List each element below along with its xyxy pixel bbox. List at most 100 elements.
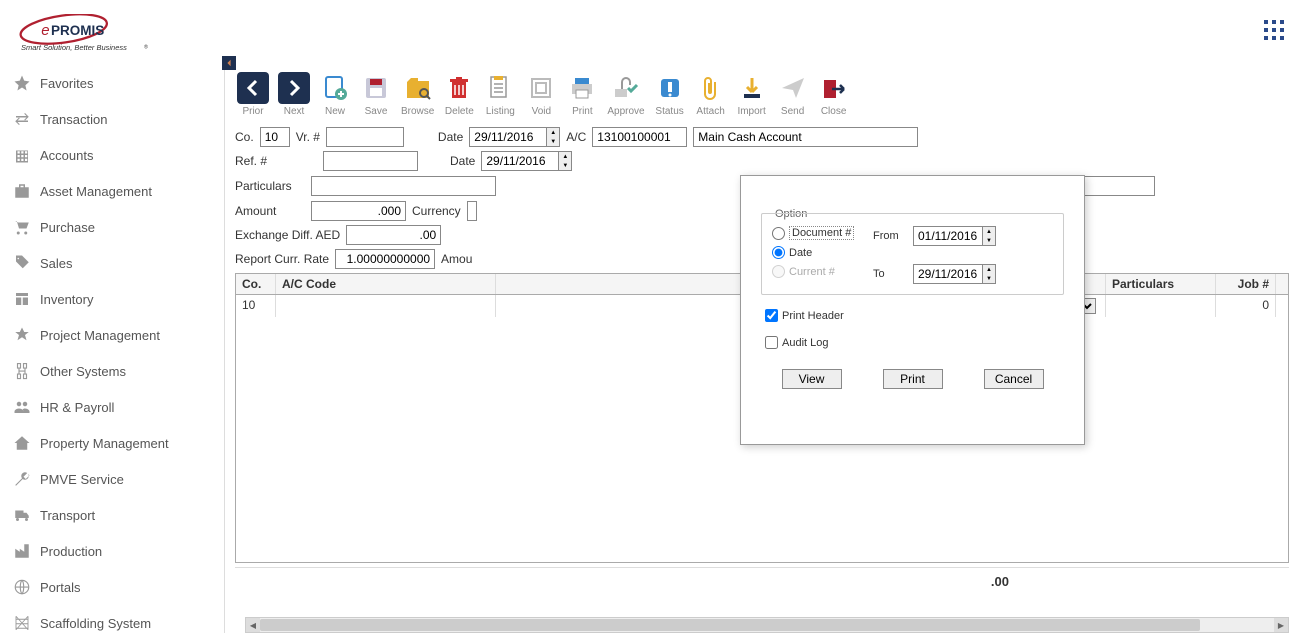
option-date-label[interactable]: Date (789, 247, 812, 259)
from-date-spinner[interactable]: ▲▼ (983, 226, 996, 246)
date2-label: Date (450, 154, 475, 168)
sidebar-item-purchase[interactable]: Purchase (0, 209, 224, 245)
sidebar-item-inventory[interactable]: Inventory (0, 281, 224, 317)
option-document-radio[interactable] (772, 227, 785, 240)
sidebar-item-hr-payroll[interactable]: HR & Payroll (0, 389, 224, 425)
exchange-input[interactable] (346, 225, 441, 245)
sidebar-item-accounts[interactable]: Accounts (0, 137, 224, 173)
house-icon (12, 433, 32, 453)
listing-button[interactable]: Listing (482, 70, 518, 119)
dialog-view-button[interactable]: View (782, 369, 842, 389)
option-date-radio[interactable] (772, 246, 785, 259)
sidebar-item-label: Favorites (40, 76, 93, 91)
save-button[interactable]: Save (358, 70, 394, 119)
col-header-particulars[interactable]: Particulars (1106, 274, 1216, 294)
project-icon (12, 325, 32, 345)
col-header-co[interactable]: Co. (236, 274, 276, 294)
void-button[interactable]: Void (523, 70, 559, 119)
sidebar-item-other-systems[interactable]: Other Systems (0, 353, 224, 389)
col-header-job[interactable]: Job # (1216, 274, 1276, 294)
scroll-thumb[interactable] (260, 619, 1200, 631)
print-header-label[interactable]: Print Header (782, 310, 844, 322)
close-button[interactable]: Close (816, 70, 852, 119)
date1-input[interactable] (469, 127, 547, 147)
scroll-left-arrow[interactable]: ◀ (246, 618, 260, 632)
ac-code-input[interactable] (592, 127, 687, 147)
horizontal-scrollbar[interactable]: ◀ ▶ (245, 617, 1289, 633)
cell-particulars[interactable] (1106, 295, 1216, 317)
sidebar-item-portals[interactable]: Portals (0, 569, 224, 605)
currency-input[interactable] (467, 201, 477, 221)
sidebar: Favorites Transaction Accounts Asset Man… (0, 65, 225, 633)
sidebar-item-favorites[interactable]: Favorites (0, 65, 224, 101)
req-input[interactable] (1075, 176, 1155, 196)
cell-ac[interactable] (276, 295, 496, 317)
vr-label: Vr. # (296, 130, 320, 144)
tag-icon (12, 253, 32, 273)
print-button[interactable]: Print (564, 70, 600, 119)
co-input[interactable] (260, 127, 290, 147)
ac-name-input[interactable] (693, 127, 918, 147)
sidebar-item-label: Inventory (40, 292, 93, 307)
delete-button[interactable]: Delete (441, 70, 477, 119)
sidebar-item-transport[interactable]: Transport (0, 497, 224, 533)
sidebar-item-pmve-service[interactable]: PMVE Service (0, 461, 224, 497)
vr-input[interactable] (326, 127, 404, 147)
sidebar-item-asset-management[interactable]: Asset Management (0, 173, 224, 209)
sidebar-item-label: Other Systems (40, 364, 126, 379)
attach-button[interactable]: Attach (693, 70, 729, 119)
scroll-right-arrow[interactable]: ▶ (1274, 618, 1288, 632)
date1-spinner[interactable]: ▲▼ (547, 127, 560, 147)
sidebar-item-label: Accounts (40, 148, 93, 163)
new-button[interactable]: New (317, 70, 353, 119)
sidebar-item-label: Purchase (40, 220, 95, 235)
apps-grid-icon[interactable] (1264, 20, 1284, 46)
sidebar-item-label: Project Management (40, 328, 160, 343)
sidebar-item-property-management[interactable]: Property Management (0, 425, 224, 461)
dialog-print-button[interactable]: Print (883, 369, 943, 389)
particulars-input-1[interactable] (311, 176, 496, 196)
footer-total: .00 (235, 567, 1289, 595)
epromis-logo: e PROMIS Smart Solution, Better Business… (15, 14, 165, 52)
print-header-checkbox[interactable] (765, 309, 778, 322)
col-header-ac[interactable]: A/C Code (276, 274, 496, 294)
ref-input[interactable] (323, 151, 418, 171)
audit-log-label[interactable]: Audit Log (782, 337, 828, 349)
dialog-cancel-button[interactable]: Cancel (984, 369, 1044, 389)
sidebar-item-label: Production (40, 544, 102, 559)
scaffolding-icon (12, 613, 32, 633)
factory-icon (12, 541, 32, 561)
particulars-label: Particulars (235, 179, 305, 193)
sidebar-item-scaffolding-system[interactable]: Scaffolding System (0, 605, 224, 641)
sidebar-item-label: Transport (40, 508, 95, 523)
sidebar-item-label: Portals (40, 580, 80, 595)
from-date-input[interactable] (913, 226, 983, 246)
sidebar-item-label: PMVE Service (40, 472, 124, 487)
sidebar-item-project-management[interactable]: Project Management (0, 317, 224, 353)
prior-button[interactable]: Prior (235, 70, 271, 119)
option-document-label[interactable]: Document # (789, 226, 854, 240)
audit-log-checkbox[interactable] (765, 336, 778, 349)
option-current-radio (772, 265, 785, 278)
exchange-label: Exchange Diff. AED (235, 228, 340, 242)
approve-button[interactable]: Approve (605, 70, 646, 119)
cell-co[interactable]: 10 (236, 295, 276, 317)
sidebar-item-sales[interactable]: Sales (0, 245, 224, 281)
send-button[interactable]: Send (775, 70, 811, 119)
next-button[interactable]: Next (276, 70, 312, 119)
cell-job[interactable]: 0 (1216, 295, 1276, 317)
systems-icon (12, 361, 32, 381)
status-button[interactable]: Status (652, 70, 688, 119)
date2-spinner[interactable]: ▲▼ (559, 151, 572, 171)
sidebar-item-transaction[interactable]: Transaction (0, 101, 224, 137)
sidebar-item-production[interactable]: Production (0, 533, 224, 569)
date2-input[interactable] (481, 151, 559, 171)
to-date-spinner[interactable]: ▲▼ (983, 264, 996, 284)
to-date-input[interactable] (913, 264, 983, 284)
truck-icon (12, 505, 32, 525)
report-rate-input[interactable] (335, 249, 435, 269)
globe-icon (12, 577, 32, 597)
browse-button[interactable]: Browse (399, 70, 436, 119)
amount-input[interactable] (311, 201, 406, 221)
import-button[interactable]: Import (734, 70, 770, 119)
